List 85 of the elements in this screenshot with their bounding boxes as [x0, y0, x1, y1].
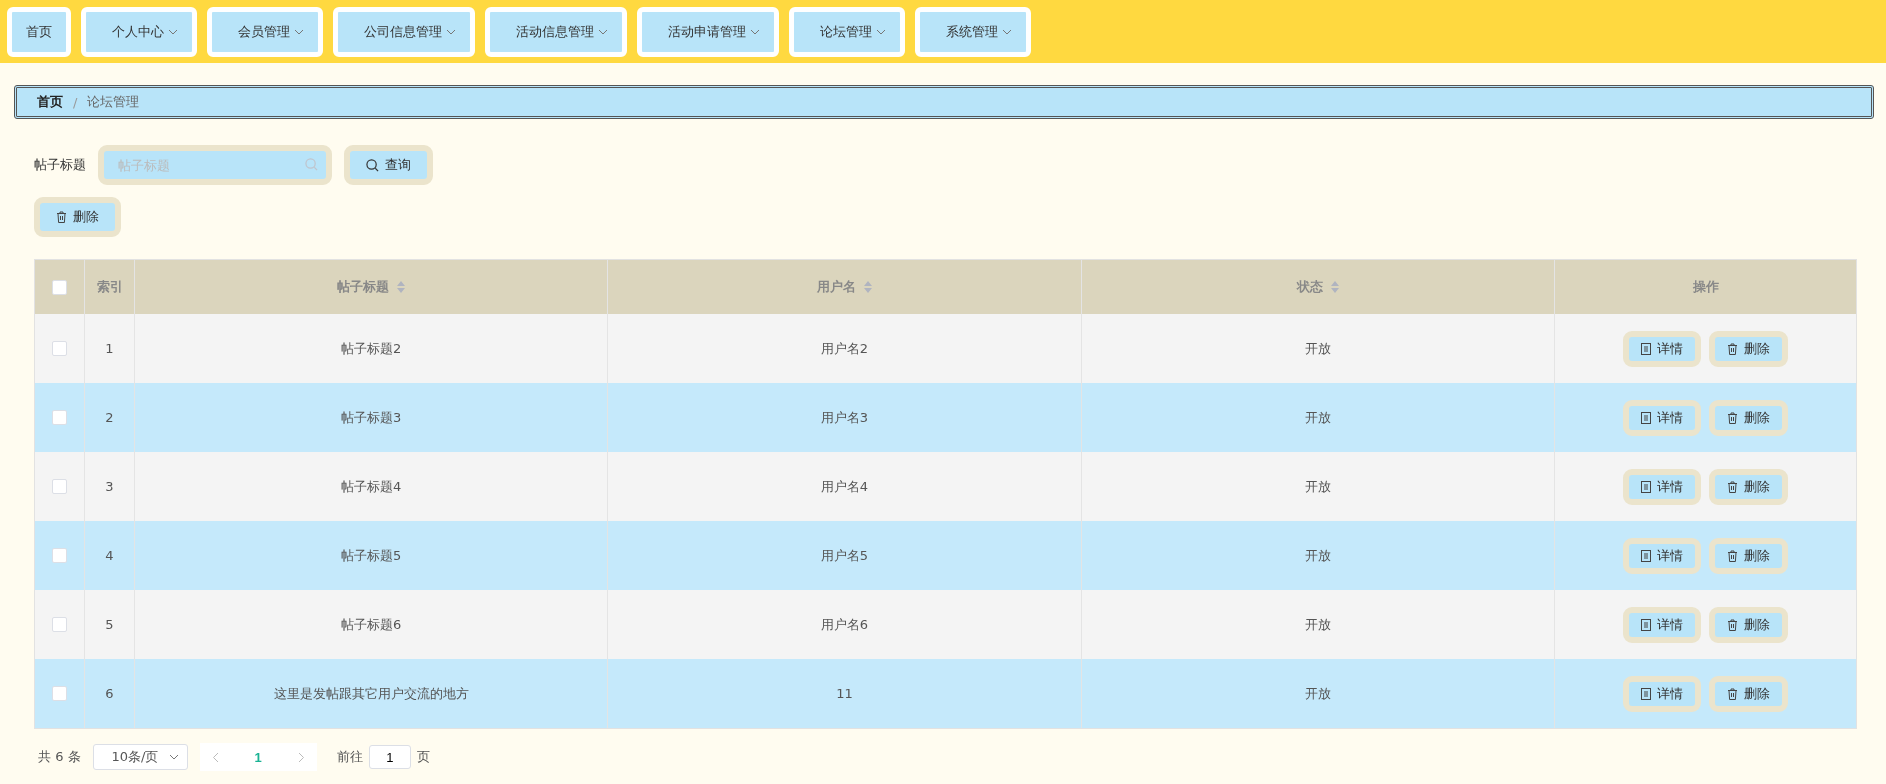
row-checkbox[interactable] [52, 341, 67, 356]
total-count: 共 6 条 [38, 748, 81, 766]
column-header: 操作 [1692, 278, 1719, 296]
row-checkbox[interactable] [52, 617, 67, 632]
column-header: 帖子标题 [337, 278, 390, 296]
table-cell: 1 [105, 341, 114, 356]
document-icon [1641, 687, 1651, 700]
page-label: 页 [416, 748, 430, 766]
table-cell: 11 [836, 686, 853, 701]
column-header: 用户名 [817, 278, 856, 296]
next-page-icon[interactable] [297, 751, 305, 763]
table-cell: 用户名5 [820, 546, 869, 565]
details-button[interactable]: 详情 [1623, 675, 1701, 712]
document-icon [1641, 411, 1651, 424]
details-button[interactable]: 详情 [1623, 537, 1701, 574]
details-button[interactable]: 详情 [1623, 468, 1701, 505]
table-cell: 开放 [1304, 684, 1331, 703]
delete-button[interactable]: 删除 [1709, 537, 1788, 574]
nav-menu-item[interactable]: 公司信息管理 [333, 6, 475, 57]
table-cell: 用户名6 [820, 615, 869, 634]
table-cell: 开放 [1304, 615, 1331, 634]
row-checkbox[interactable] [52, 548, 67, 563]
trash-icon [1727, 480, 1738, 493]
table-cell: 帖子标题5 [341, 546, 402, 565]
table-cell: 这里是发帖跟其它用户交流的地方 [273, 684, 469, 703]
delete-button[interactable]: 删除 [34, 197, 121, 237]
table-cell: 用户名4 [820, 477, 869, 496]
search-icon [305, 158, 318, 171]
delete-button[interactable]: 删除 [1709, 468, 1788, 505]
document-icon [1641, 618, 1651, 631]
caret-icon [168, 752, 179, 762]
nav-menu-item[interactable]: 系统管理 [915, 6, 1031, 57]
goto-label: 前往 [336, 748, 363, 766]
trash-icon [1727, 618, 1738, 631]
delete-button[interactable]: 删除 [1709, 675, 1788, 712]
search-label: 帖子标题 [34, 156, 86, 174]
table-cell: 开放 [1304, 339, 1331, 358]
table-cell: 3 [105, 479, 114, 494]
nav-menu-item[interactable]: 活动申请管理 [637, 6, 779, 57]
breadcrumb-link[interactable]: 首页 [37, 93, 63, 111]
nav-menu-item[interactable]: 个人中心 [81, 6, 197, 57]
select-all-checkbox[interactable] [52, 279, 67, 295]
table-cell: 5 [105, 617, 114, 632]
delete-button[interactable]: 删除 [1709, 330, 1788, 367]
row-checkbox[interactable] [52, 410, 67, 425]
row-checkbox[interactable] [52, 479, 67, 494]
table-cell: 开放 [1304, 408, 1331, 427]
table-cell: 帖子标题4 [341, 477, 402, 496]
column-header: 状态 [1296, 278, 1323, 296]
table-cell: 开放 [1304, 546, 1331, 565]
trash-icon [1727, 411, 1738, 424]
table-cell: 2 [105, 410, 114, 425]
column-header: 索引 [96, 278, 123, 296]
row-checkbox[interactable] [52, 686, 67, 701]
previous-page-icon[interactable] [211, 751, 219, 763]
delete-button[interactable]: 删除 [1709, 606, 1788, 643]
table-cell: 6 [105, 686, 114, 701]
goto-page-input[interactable]: 1 [368, 745, 411, 769]
document-icon [1641, 549, 1651, 562]
nav-menu-item[interactable]: 会员管理 [207, 6, 323, 57]
table-cell: 4 [105, 548, 114, 563]
trash-icon [1727, 342, 1738, 355]
table-cell: 帖子标题3 [341, 408, 402, 427]
table-cell: 用户名2 [820, 339, 869, 358]
search-icon [366, 158, 379, 172]
page-size-select[interactable]: 10条/页 [92, 744, 188, 770]
document-icon [1641, 480, 1651, 493]
trash-icon [1727, 549, 1738, 562]
breadcrumb-current: 论坛管理 [87, 93, 140, 111]
nav-menu-item[interactable]: 首页 [7, 6, 71, 57]
table-cell: 帖子标题2 [341, 339, 402, 358]
table-cell: 帖子标题6 [341, 615, 402, 634]
table-cell: 用户名3 [820, 408, 869, 427]
breadcrumb-separator: / [73, 94, 78, 110]
nav-menu-item[interactable]: 论坛管理 [789, 6, 905, 57]
trash-icon [1727, 687, 1738, 700]
delete-button[interactable]: 删除 [1709, 399, 1788, 436]
details-button[interactable]: 详情 [1623, 330, 1701, 367]
nav-menu-item[interactable]: 活动信息管理 [485, 6, 627, 57]
table-cell: 开放 [1304, 477, 1331, 496]
details-button[interactable]: 详情 [1623, 399, 1701, 436]
document-icon [1641, 342, 1651, 355]
details-button[interactable]: 详情 [1623, 606, 1701, 643]
search-button[interactable]: 查询 [344, 145, 433, 185]
trash-icon [56, 211, 67, 223]
